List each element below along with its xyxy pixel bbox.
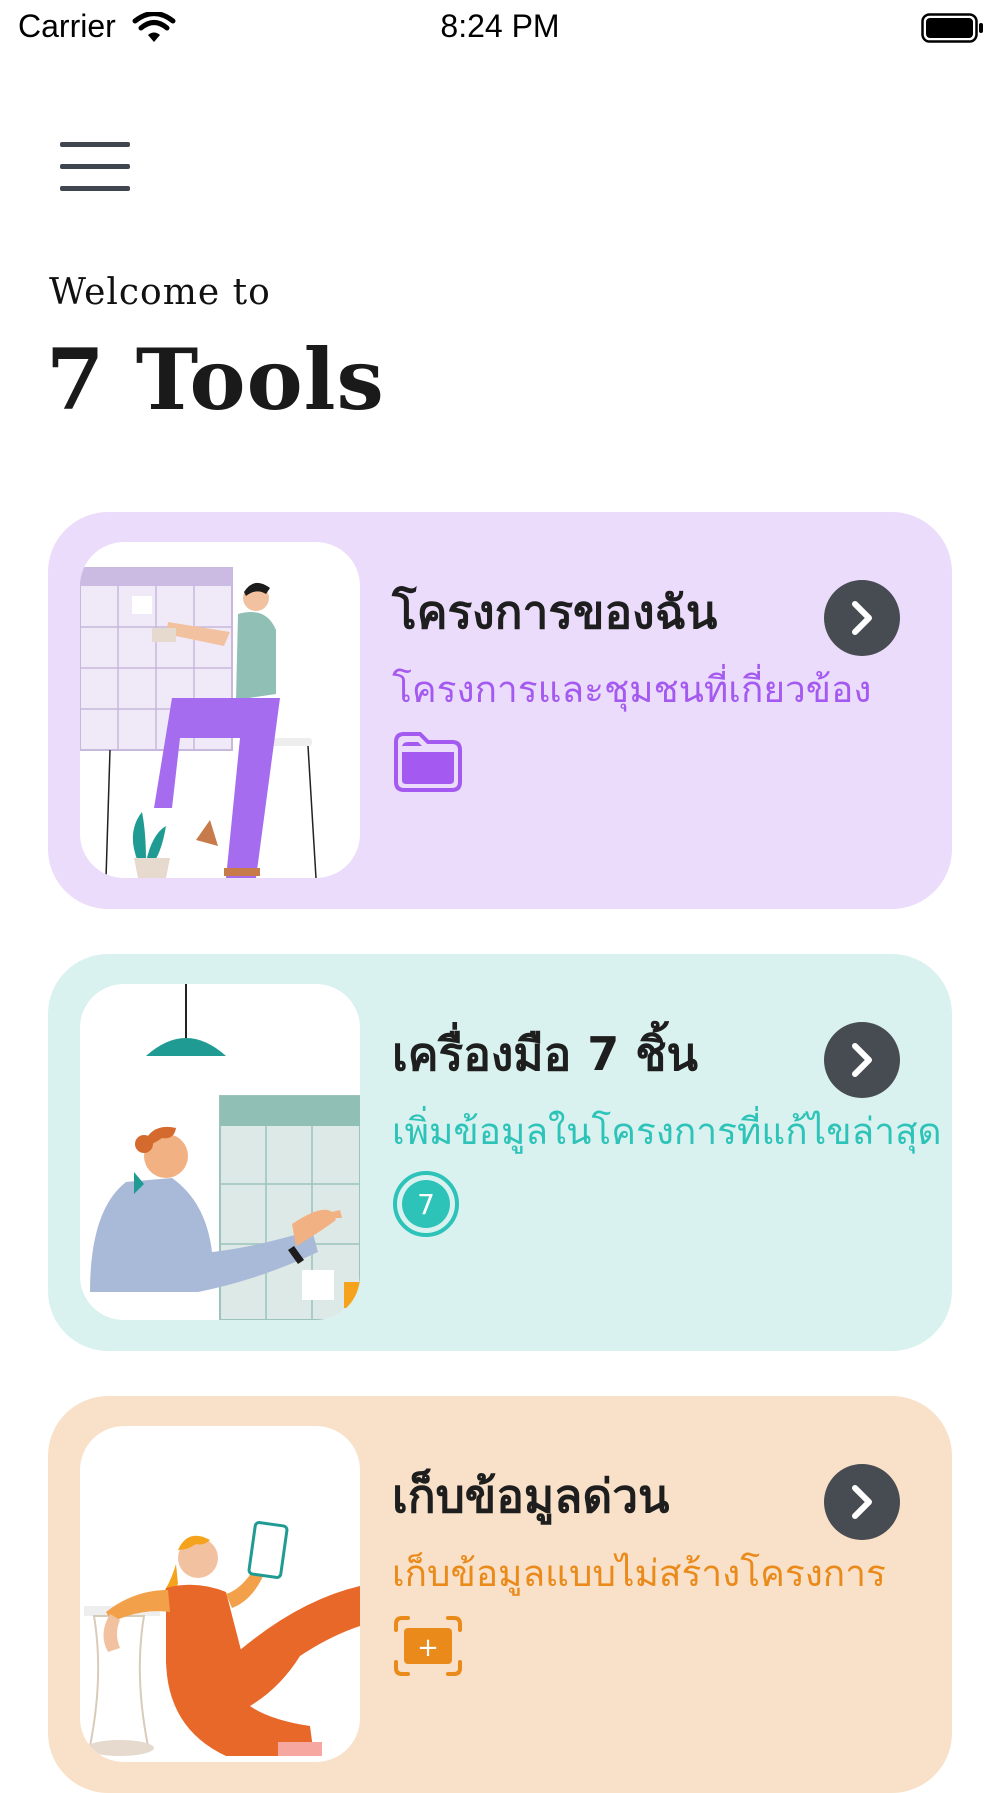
chevron-right-icon xyxy=(852,601,872,635)
open-my-projects-button[interactable] xyxy=(824,580,900,656)
menu-line xyxy=(60,142,130,147)
card-illustration xyxy=(80,984,360,1320)
card-illustration xyxy=(80,542,360,878)
chevron-right-icon xyxy=(852,1043,872,1077)
card-subtitle: เพิ่มข้อมูลในโครงการที่แก้ไขล่าสุด xyxy=(392,1110,942,1153)
card-title: เก็บข้อมูลด่วน xyxy=(392,1469,670,1523)
status-time: 8:24 PM xyxy=(440,8,560,44)
status-bar: Carrier 8:24 PM xyxy=(0,0,1000,60)
hamburger-menu-icon[interactable] xyxy=(60,142,130,192)
card-quick-collect[interactable]: เก็บข้อมูลด่วน เก็บข้อมูลแบบไม่สร้างโครง… xyxy=(48,1396,952,1793)
app-title: 7 Tools xyxy=(46,330,385,429)
chevron-right-icon xyxy=(852,1485,872,1519)
welcome-text: Welcome to xyxy=(49,272,271,313)
card-seven-tools[interactable]: เครื่องมือ 7 ชิ้น เพิ่มข้อมูลในโครงการที… xyxy=(48,954,952,1351)
menu-line xyxy=(60,164,130,169)
card-title: เครื่องมือ 7 ชิ้น xyxy=(392,1027,698,1081)
card-title: โครงการของฉัน xyxy=(392,585,718,639)
plus-label: + xyxy=(417,1633,439,1663)
seven-badge-icon: 7 xyxy=(392,1171,464,1237)
menu-line xyxy=(60,186,130,191)
open-seven-tools-button[interactable] xyxy=(824,1022,900,1098)
card-subtitle: โครงการและชุมชนที่เกี่ยวข้อง xyxy=(392,668,872,711)
quick-add-icon: + xyxy=(392,1614,464,1678)
badge-number: 7 xyxy=(417,1188,435,1221)
battery-icon xyxy=(921,13,985,47)
card-my-projects[interactable]: โครงการของฉัน โครงการและชุมชนที่เกี่ยวข้… xyxy=(48,512,952,909)
card-illustration xyxy=(80,1426,360,1762)
open-quick-collect-button[interactable] xyxy=(824,1464,900,1540)
card-subtitle: เก็บข้อมูลแบบไม่สร้างโครงการ xyxy=(392,1552,886,1595)
folder-icon xyxy=(392,730,464,794)
